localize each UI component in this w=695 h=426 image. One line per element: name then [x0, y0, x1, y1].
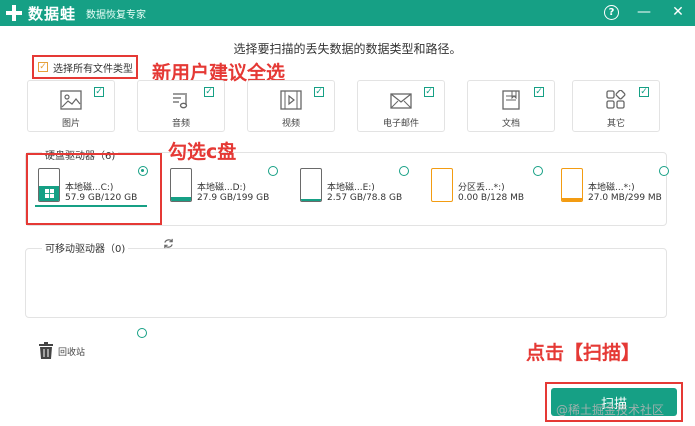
- drive-icon: [561, 168, 583, 202]
- type-label: 文档: [501, 119, 520, 129]
- drive-other[interactable]: 本地磁...*:) 27.0 MB/299 MB: [561, 168, 662, 210]
- drive-size: 27.0 MB/299 MB: [588, 193, 662, 203]
- app-logo: 数据蛙 数据恢复专家: [6, 3, 146, 24]
- type-checkbox[interactable]: ✓: [424, 87, 434, 97]
- removable-drive-title: 可移动驱动器（0): [42, 240, 129, 255]
- other-icon: [606, 90, 626, 109]
- file-type-other[interactable]: ✓ 其它: [572, 80, 660, 132]
- checkbox-check-icon: ✓: [38, 61, 48, 72]
- image-icon: [60, 90, 82, 110]
- select-all-label: 选择所有文件类型: [53, 63, 133, 75]
- drive-size: 0.00 B/128 MB: [458, 193, 525, 203]
- drive-name: 本地磁...D:): [197, 183, 247, 193]
- highlight-drive-c: [26, 153, 162, 225]
- file-type-list: ✓ 图片 ✓ 音频 ✓ 视频 ✓ 电子邮件 ✓ 文档 ✓ 其它: [27, 80, 667, 132]
- plus-logo-icon: [6, 5, 22, 21]
- file-type-audio[interactable]: ✓ 音频: [137, 80, 225, 132]
- type-label: 音频: [171, 119, 190, 129]
- drive-icon: [170, 168, 192, 202]
- drive-e[interactable]: 本地磁...E:) 2.57 GB/78.8 GB: [300, 168, 415, 210]
- annotation-click-scan: 点击【扫描】: [526, 342, 641, 364]
- type-label: 电子邮件: [382, 119, 419, 129]
- close-button[interactable]: ✕: [669, 3, 687, 21]
- drive-lost-partition-radio[interactable]: [533, 166, 543, 176]
- title-bar: 数据蛙 数据恢复专家 ? — ✕: [0, 0, 695, 26]
- recycle-bin[interactable]: 回收站: [38, 342, 85, 360]
- removable-drive-panel: [25, 248, 667, 318]
- help-button[interactable]: ?: [604, 4, 619, 20]
- drive-d-radio[interactable]: [268, 166, 278, 176]
- type-checkbox[interactable]: ✓: [94, 87, 104, 97]
- type-label: 图片: [61, 119, 80, 129]
- video-icon: [280, 90, 302, 110]
- mail-icon: [390, 93, 412, 109]
- drive-other-radio[interactable]: [659, 166, 669, 176]
- drive-d[interactable]: 本地磁...D:) 27.9 GB/199 GB: [170, 168, 285, 210]
- file-type-video[interactable]: ✓ 视频: [247, 80, 335, 132]
- refresh-icon[interactable]: [163, 238, 174, 249]
- type-checkbox[interactable]: ✓: [314, 87, 324, 97]
- type-checkbox[interactable]: ✓: [639, 87, 649, 97]
- recycle-bin-radio[interactable]: [137, 328, 147, 338]
- app-subtitle: 数据恢复专家: [86, 9, 147, 21]
- drive-size: 2.57 GB/78.8 GB: [327, 193, 403, 203]
- drive-name: 分区丢...*:): [458, 183, 505, 193]
- music-icon: [173, 93, 188, 109]
- drive-size: 27.9 GB/199 GB: [197, 193, 270, 203]
- type-checkbox[interactable]: ✓: [204, 87, 214, 97]
- annotation-pick-c: 勾选c盘: [168, 141, 237, 163]
- trash-icon: [39, 342, 53, 359]
- file-type-email[interactable]: ✓ 电子邮件: [357, 80, 445, 132]
- drive-name: 本地磁...*:): [588, 183, 635, 193]
- drive-icon: [300, 168, 322, 202]
- app-name: 数据蛙: [28, 4, 77, 23]
- drive-e-radio[interactable]: [399, 166, 409, 176]
- type-label: 视频: [281, 119, 300, 129]
- drive-icon: [431, 168, 453, 202]
- type-checkbox[interactable]: ✓: [534, 87, 544, 97]
- select-all-checkbox[interactable]: ✓ 选择所有文件类型: [32, 55, 138, 79]
- document-icon: [502, 90, 520, 110]
- drive-lost-partition[interactable]: 分区丢...*:) 0.00 B/128 MB: [431, 168, 546, 210]
- type-label: 其它: [606, 119, 625, 129]
- file-type-image[interactable]: ✓ 图片: [27, 80, 115, 132]
- file-type-document[interactable]: ✓ 文档: [467, 80, 555, 132]
- recycle-bin-label: 回收站: [58, 347, 86, 358]
- watermark: @稀土掘金技术社区: [556, 403, 665, 417]
- drive-name: 本地磁...E:): [327, 183, 375, 193]
- minimize-button[interactable]: —: [635, 3, 653, 21]
